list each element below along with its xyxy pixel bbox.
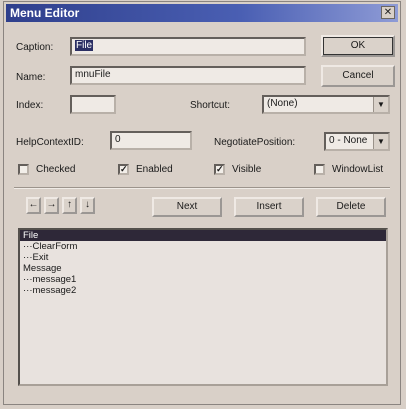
ok-button[interactable]: OK <box>321 35 395 57</box>
chevron-down-icon[interactable]: ▼ <box>373 97 388 112</box>
visible-checkbox[interactable]: ✓ <box>214 164 225 175</box>
name-input[interactable]: mnuFile <box>70 66 306 85</box>
list-item[interactable]: Message <box>20 263 386 274</box>
index-input[interactable] <box>70 95 116 114</box>
shortcut-select[interactable]: (None) ▼ <box>262 95 390 114</box>
caption-input[interactable]: File <box>70 37 306 56</box>
helpcontext-label: HelpContextID: <box>16 137 84 148</box>
window-title: Menu Editor <box>10 6 80 20</box>
next-button[interactable]: Next <box>152 197 222 217</box>
negotiate-label: NegotiatePosition: <box>214 137 296 148</box>
separator <box>14 187 390 189</box>
checked-checkbox[interactable] <box>18 164 29 175</box>
list-item[interactable]: ···message1 <box>20 274 386 285</box>
windowlist-label[interactable]: WindowList <box>332 164 383 175</box>
chevron-down-icon[interactable]: ▼ <box>373 134 388 149</box>
list-item[interactable]: ···ClearForm <box>20 241 386 252</box>
caption-label: Caption: <box>16 42 54 53</box>
enabled-checkbox[interactable]: ✓ <box>118 164 129 175</box>
visible-label[interactable]: Visible <box>232 164 261 175</box>
arrow-down-button[interactable]: ↓ <box>80 197 95 214</box>
index-label: Index: <box>16 100 44 111</box>
list-item[interactable]: ···message2 <box>20 285 386 296</box>
enabled-label[interactable]: Enabled <box>136 164 173 175</box>
list-item[interactable]: File <box>20 230 386 241</box>
close-button[interactable]: ✕ <box>381 6 395 19</box>
caption-value: File <box>75 40 94 51</box>
negotiate-value: 0 - None <box>329 135 368 146</box>
arrow-up-button[interactable]: ↑ <box>62 197 77 214</box>
insert-button[interactable]: Insert <box>234 197 304 217</box>
name-label: Name: <box>16 72 46 83</box>
list-item[interactable]: ···Exit <box>20 252 386 263</box>
shortcut-value: (None) <box>267 98 298 109</box>
arrow-right-button[interactable]: → <box>44 197 59 214</box>
negotiate-select[interactable]: 0 - None ▼ <box>324 132 390 151</box>
helpcontext-input[interactable]: 0 <box>110 131 192 150</box>
menu-editor-window: Menu Editor ✕ Caption: File OK Name: mnu… <box>3 1 401 405</box>
cancel-button[interactable]: Cancel <box>321 65 395 87</box>
windowlist-checkbox[interactable] <box>314 164 325 175</box>
delete-button[interactable]: Delete <box>316 197 386 217</box>
shortcut-label: Shortcut: <box>190 100 231 111</box>
menu-list[interactable]: File ···ClearForm ···Exit Message ···mes… <box>18 228 388 386</box>
title-bar[interactable]: Menu Editor ✕ <box>6 4 398 22</box>
checked-label[interactable]: Checked <box>36 164 75 175</box>
arrow-left-button[interactable]: ← <box>26 197 41 214</box>
